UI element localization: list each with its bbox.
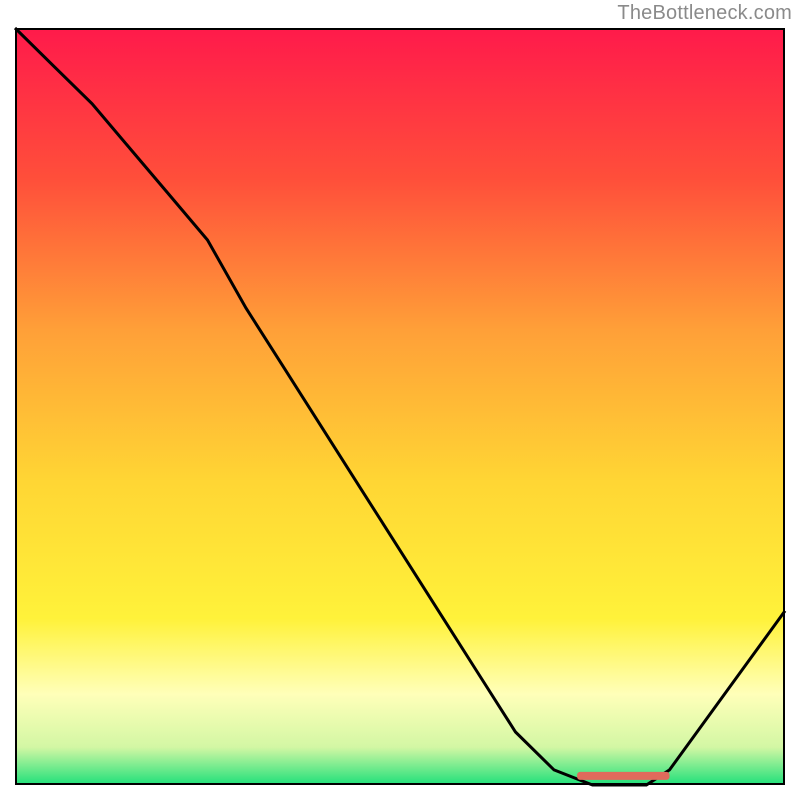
attribution-text: TheBottleneck.com <box>617 2 792 25</box>
plot-lines <box>15 28 785 785</box>
highlight-band <box>577 772 669 780</box>
chart-container: TheBottleneck.com <box>0 0 800 800</box>
bottleneck-curve <box>15 28 785 785</box>
plot-area <box>15 28 785 785</box>
